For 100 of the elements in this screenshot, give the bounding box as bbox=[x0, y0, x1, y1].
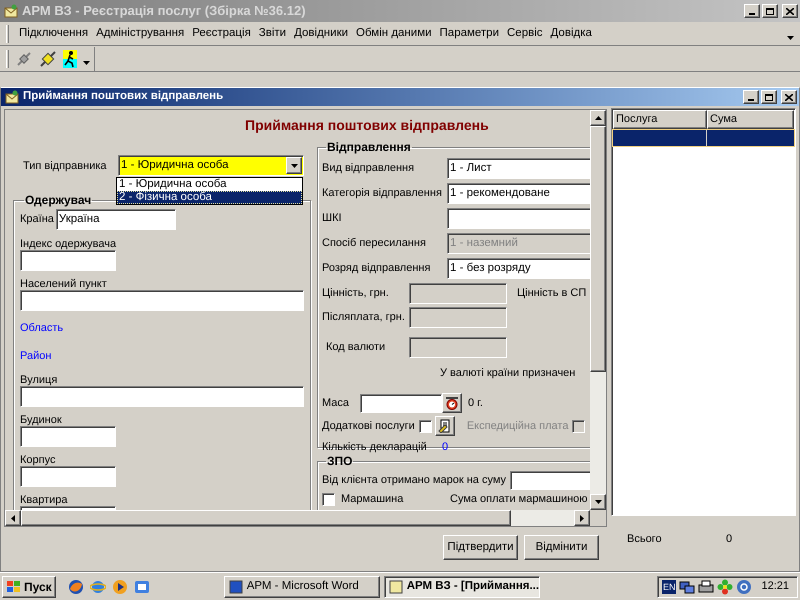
services-button[interactable] bbox=[434, 416, 455, 436]
input-field[interactable] bbox=[20, 250, 116, 271]
flag-icon bbox=[6, 580, 22, 594]
group-title: Одержувач bbox=[24, 192, 92, 209]
field-label: Тип відправника bbox=[23, 159, 108, 174]
field-label: Категорія відправлення bbox=[322, 186, 443, 202]
menu-item[interactable]: Параметри bbox=[436, 24, 503, 42]
field-label: Експедиційна плата bbox=[466, 418, 568, 434]
field-label: Розряд відправлення bbox=[322, 261, 432, 276]
input-field[interactable] bbox=[409, 282, 507, 304]
menu-item[interactable]: Обмін даними bbox=[352, 24, 436, 42]
input-field[interactable] bbox=[409, 336, 507, 358]
close-button[interactable] bbox=[782, 4, 798, 18]
scale-button[interactable] bbox=[442, 393, 462, 413]
field-label: Маса bbox=[322, 396, 350, 411]
vertical-scrollbar[interactable] bbox=[590, 110, 606, 510]
globe-icon[interactable] bbox=[90, 578, 106, 594]
triangle-up-icon bbox=[594, 116, 602, 120]
running-man-icon[interactable] bbox=[63, 50, 77, 68]
dialog-button[interactable]: Відмінити bbox=[524, 535, 599, 560]
envelope-icon bbox=[5, 90, 19, 104]
dropdown-button[interactable] bbox=[286, 157, 302, 174]
chevron-down-icon[interactable] bbox=[83, 60, 90, 64]
start-button[interactable]: Пуск bbox=[2, 576, 56, 598]
plug-icon[interactable] bbox=[15, 50, 33, 68]
globe-icon[interactable] bbox=[68, 578, 84, 594]
menu-item[interactable]: Реєстрація bbox=[188, 24, 255, 42]
field-label: Корпус bbox=[20, 453, 56, 466]
menu-item[interactable]: Адміністрування bbox=[92, 24, 188, 42]
checkbox[interactable] bbox=[418, 420, 432, 432]
triangle-down-icon bbox=[594, 500, 602, 504]
printer-icon[interactable] bbox=[698, 578, 714, 594]
column-header[interactable]: Послуга bbox=[613, 110, 707, 129]
field-label: Країна bbox=[20, 212, 54, 228]
link[interactable]: Район bbox=[20, 348, 52, 362]
field-label: Будинок bbox=[20, 413, 63, 426]
input-field[interactable] bbox=[409, 306, 507, 328]
clock: 12:21 bbox=[761, 579, 789, 594]
select-field[interactable] bbox=[447, 208, 590, 229]
taskbar-task[interactable]: АРМ ВЗ - [Приймання... bbox=[384, 576, 540, 598]
dropdown-option[interactable]: 1 - Юридична особа bbox=[117, 178, 302, 191]
field-label: Цінність в СП bbox=[517, 286, 586, 301]
dropdown-option[interactable]: 2 - Фізична особа bbox=[117, 191, 302, 204]
field-label: Додаткові послуги bbox=[322, 418, 415, 434]
mass-value: 0 г. bbox=[468, 396, 483, 411]
desktop-icon[interactable] bbox=[134, 578, 150, 594]
triangle-down-icon bbox=[290, 164, 298, 168]
chevron-down-icon[interactable] bbox=[787, 36, 794, 40]
triangle-left-icon bbox=[11, 514, 15, 522]
total-label: Всього bbox=[627, 532, 663, 547]
window-title: АРМ ВЗ - Реєстрація послуг (Збірка №36.12) bbox=[22, 2, 307, 20]
input-field[interactable] bbox=[20, 290, 304, 311]
taskbar-task[interactable]: АРМ - Microsoft Word bbox=[224, 576, 380, 598]
select-field[interactable]: 1 - рекомендоване bbox=[447, 183, 590, 204]
menu-item[interactable]: Звіти bbox=[254, 24, 290, 42]
maximize-button[interactable] bbox=[761, 90, 777, 104]
column-header[interactable]: Сума bbox=[707, 110, 794, 129]
menu-item[interactable]: Довідники bbox=[290, 24, 352, 42]
menu-item[interactable]: Сервіс bbox=[503, 24, 547, 42]
group-title: Відправлення bbox=[326, 139, 412, 156]
minimize-button[interactable] bbox=[743, 90, 759, 104]
field-label: Код валюти bbox=[325, 340, 386, 355]
form-heading: Приймання поштових відправлень bbox=[244, 116, 490, 135]
menu-item[interactable]: Довідка bbox=[546, 24, 596, 42]
field-label: Населений пункт bbox=[20, 277, 108, 290]
group-title: ЗПО bbox=[326, 453, 354, 470]
input-field[interactable] bbox=[360, 394, 442, 412]
window-icon bbox=[228, 580, 243, 594]
checkbox[interactable] bbox=[322, 492, 335, 506]
document-pencil-icon bbox=[438, 419, 452, 433]
input-field[interactable] bbox=[20, 426, 116, 447]
scale-icon bbox=[445, 396, 459, 410]
input-field[interactable] bbox=[20, 466, 116, 487]
sender-type-select[interactable]: 1 - Юридична особа bbox=[118, 155, 304, 176]
field-label: Цінність, грн. bbox=[322, 286, 390, 301]
select-field[interactable]: 1 - Лист bbox=[447, 158, 590, 179]
dialog-button[interactable]: Підтвердити bbox=[443, 535, 518, 560]
field-label: Від клієнта отримано марок на суму bbox=[322, 472, 506, 488]
link[interactable]: Область bbox=[20, 320, 64, 334]
input-field[interactable]: Україна bbox=[56, 209, 176, 230]
field-label: Післяплата, грн. bbox=[322, 310, 406, 325]
at-sign-icon[interactable] bbox=[736, 578, 752, 594]
input-field[interactable] bbox=[20, 386, 304, 407]
horizontal-scrollbar[interactable] bbox=[5, 510, 590, 526]
language-indicator[interactable]: EN bbox=[662, 580, 676, 594]
field-label: Спосіб пересилання bbox=[322, 236, 427, 252]
triangle-right-icon bbox=[580, 514, 584, 522]
select-field[interactable]: 1 - без розряду bbox=[447, 258, 590, 279]
child-window-title: Приймання поштових відправлень bbox=[23, 89, 224, 104]
minimize-button[interactable] bbox=[744, 4, 760, 18]
currency-note: У валюті країни призначен bbox=[439, 366, 576, 381]
network-icon[interactable] bbox=[679, 578, 696, 594]
envelope-icon bbox=[4, 4, 18, 18]
maximize-button[interactable] bbox=[762, 4, 778, 18]
close-button[interactable] bbox=[781, 90, 797, 104]
menu-item[interactable]: Підключення bbox=[15, 24, 92, 42]
window-icon bbox=[388, 580, 403, 594]
field-label: ШКІ bbox=[322, 211, 343, 226]
play-icon[interactable] bbox=[112, 578, 128, 594]
input-field[interactable] bbox=[510, 470, 590, 490]
